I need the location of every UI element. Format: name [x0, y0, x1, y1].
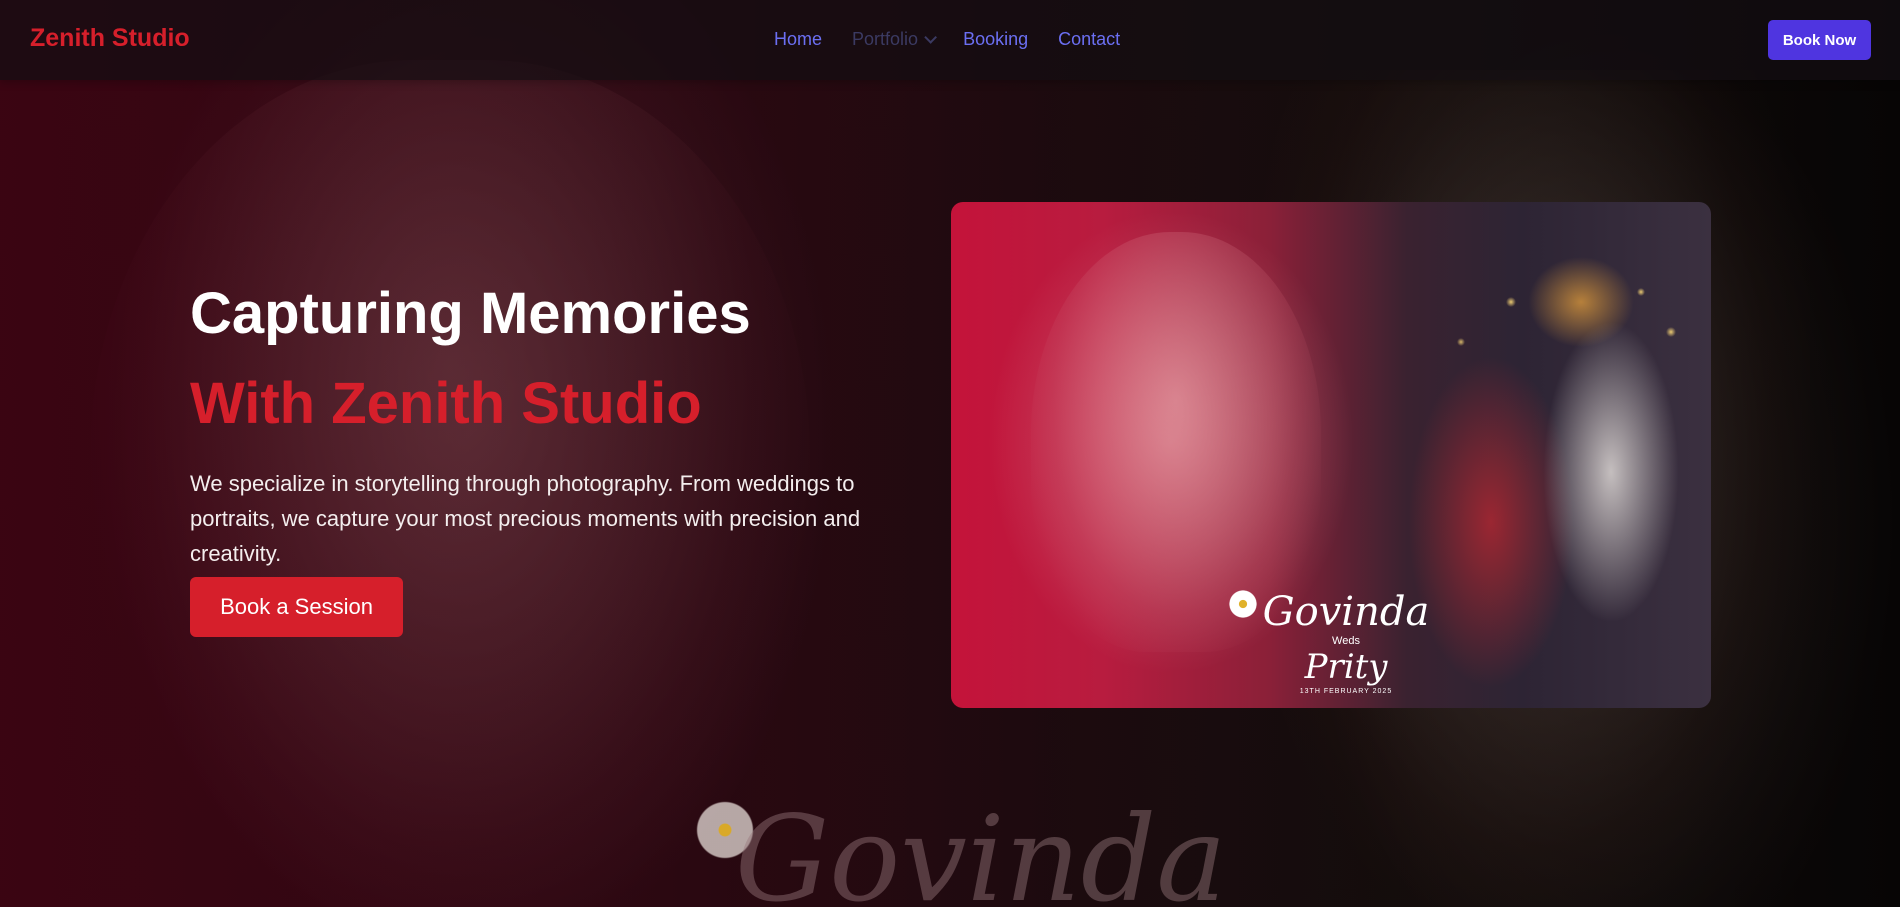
feature-image-date: 13TH FEBRUARY 2025 [1299, 688, 1393, 695]
brand-logo[interactable]: Zenith Studio [30, 24, 190, 53]
feature-image-caption: Govinda Weds Prity 13TH FEBRUARY 2025 [1241, 590, 1451, 698]
page: Govinda Zenith Studio Home Portfolio Boo… [0, 0, 1900, 907]
nav-link-booking[interactable]: Booking [963, 29, 1028, 50]
chevron-down-icon [924, 31, 938, 44]
hero-description: We specialize in storytelling through ph… [190, 471, 861, 566]
background-flower-icon [690, 795, 760, 865]
navbar: Zenith Studio Home Portfolio Booking Con… [0, 0, 1900, 80]
nav-link-portfolio[interactable]: Portfolio [852, 29, 938, 50]
book-now-button[interactable]: Book Now [1768, 20, 1871, 60]
feature-image-bride-name: Prity [1304, 647, 1388, 687]
nav-link-portfolio-label: Portfolio [852, 29, 919, 49]
hero-subtitle: With Zenith Studio [190, 371, 702, 436]
feature-image: Govinda Weds Prity 13TH FEBRUARY 2025 [951, 202, 1711, 708]
background-script-text: Govinda [735, 790, 1227, 907]
hero-title: Capturing Memories [190, 281, 751, 346]
feature-image-groom-name: Govinda [1262, 589, 1430, 635]
nav-link-contact[interactable]: Contact [1058, 29, 1120, 50]
nav-link-home[interactable]: Home [774, 29, 822, 50]
feature-image-weds: Weds [1332, 635, 1360, 647]
book-session-button[interactable]: Book a Session [190, 577, 403, 637]
nav-links: Home Portfolio Booking Contact [774, 29, 1120, 50]
